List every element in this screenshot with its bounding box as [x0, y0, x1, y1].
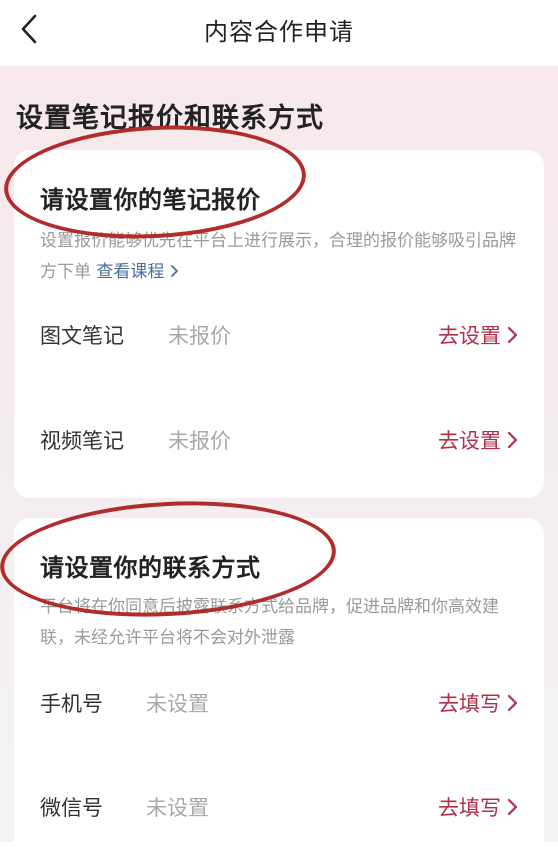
set-price-button[interactable]: 去设置 — [438, 320, 518, 350]
row-label: 图文笔记 — [40, 324, 124, 348]
row-wechat[interactable]: 微信号 未设置 去填写 — [14, 786, 544, 826]
chevron-right-icon — [170, 265, 178, 277]
contact-card: 请设置你的联系方式 平台将在你同意后披露联系方式给品牌，促进品牌和你高效建联，未… — [14, 518, 544, 858]
row-label: 手机号 — [40, 692, 103, 716]
row-label: 视频笔记 — [40, 429, 124, 453]
row-image-text-note[interactable]: 图文笔记 未报价 去设置 — [14, 314, 544, 354]
pricing-card-title: 请设置你的笔记报价 — [40, 186, 261, 214]
chevron-right-icon — [507, 326, 518, 344]
row-value: 未报价 — [168, 429, 231, 453]
chevron-right-icon — [507, 431, 518, 449]
fill-in-label: 去填写 — [438, 796, 501, 820]
pricing-card-description: 设置报价能够优先在平台上进行展示，合理的报价能够吸引品牌方下单 查看课程 — [40, 226, 520, 288]
fill-in-label: 去填写 — [438, 692, 501, 716]
pricing-card: 请设置你的笔记报价 设置报价能够优先在平台上进行展示，合理的报价能够吸引品牌方下… — [14, 150, 544, 498]
row-value: 未报价 — [168, 324, 231, 348]
row-phone[interactable]: 手机号 未设置 去填写 — [14, 682, 544, 722]
fill-in-button[interactable]: 去填写 — [438, 688, 518, 718]
chevron-right-icon — [507, 694, 518, 712]
set-price-label: 去设置 — [438, 429, 501, 453]
contact-card-title: 请设置你的联系方式 — [40, 554, 261, 582]
navigation-bar: 内容合作申请 — [0, 0, 558, 66]
set-price-label: 去设置 — [438, 324, 501, 348]
contact-card-description: 平台将在你同意后披露联系方式给品牌，促进品牌和你高效建联，未经允许平台将不会对外… — [40, 597, 499, 648]
fill-in-button[interactable]: 去填写 — [438, 792, 518, 822]
row-value: 未设置 — [146, 692, 209, 716]
course-link[interactable]: 查看课程 — [96, 262, 178, 282]
row-video-note[interactable]: 视频笔记 未报价 去设置 — [14, 419, 544, 459]
chevron-right-icon — [507, 798, 518, 816]
page-title: 内容合作申请 — [204, 18, 354, 46]
course-link-label: 查看课程 — [96, 262, 165, 282]
main-content: 设置笔记报价和联系方式 请设置你的笔记报价 设置报价能够优先在平台上进行展示，合… — [0, 66, 558, 858]
section-heading: 设置笔记报价和联系方式 — [16, 103, 324, 134]
set-price-button[interactable]: 去设置 — [438, 425, 518, 455]
row-value: 未设置 — [146, 796, 209, 820]
row-label: 微信号 — [40, 796, 103, 820]
